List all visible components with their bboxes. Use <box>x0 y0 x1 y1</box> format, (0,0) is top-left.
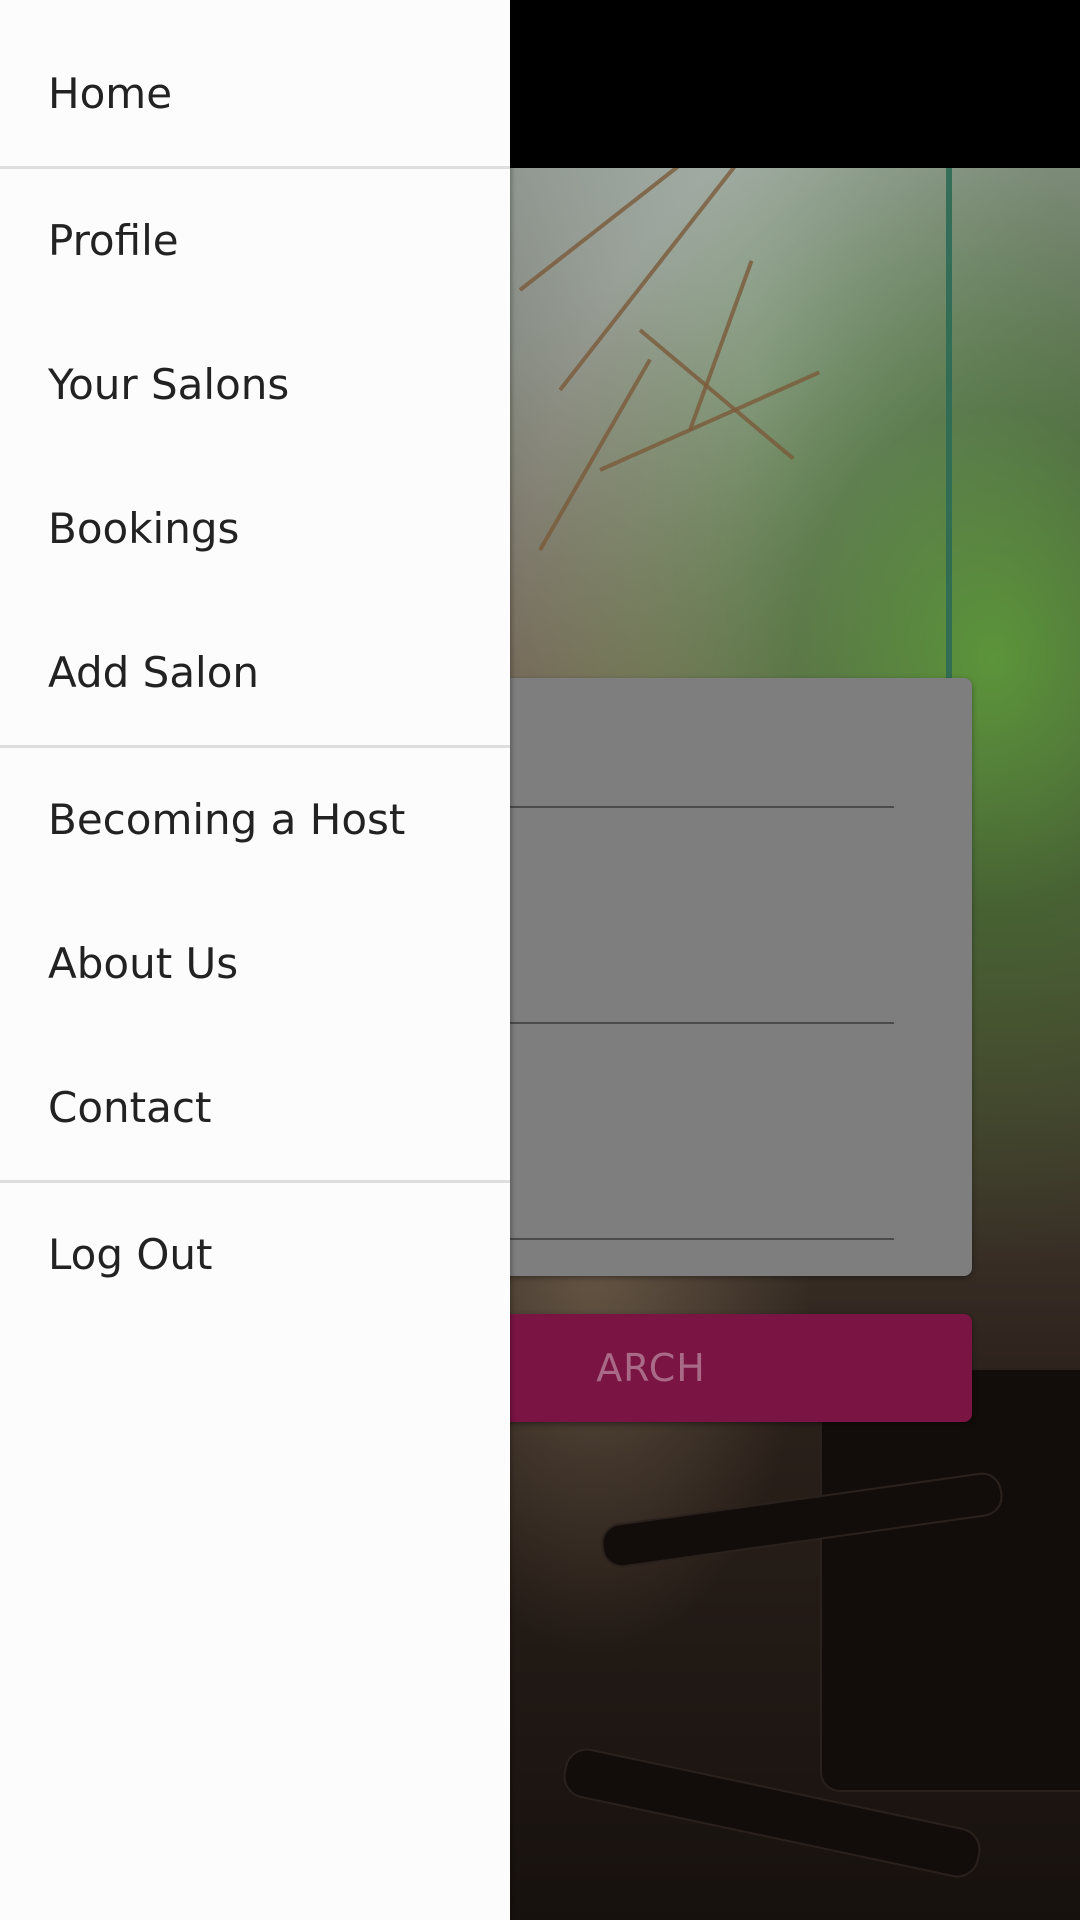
menu-item-bookings[interactable]: Bookings <box>0 457 510 601</box>
menu-item-contact[interactable]: Contact <box>0 1036 510 1180</box>
menu-item-add-salon[interactable]: Add Salon <box>0 601 510 745</box>
menu-item-log-out[interactable]: Log Out <box>0 1183 510 1327</box>
glass-frame <box>946 168 952 688</box>
menu-group-account: Profile Your Salons Bookings Add Salon <box>0 169 510 748</box>
menu-group-home: Home <box>0 0 510 169</box>
navigation-drawer: Home Profile Your Salons Bookings Add Sa… <box>0 0 510 1920</box>
menu-item-your-salons[interactable]: Your Salons <box>0 313 510 457</box>
menu-group-logout: Log Out <box>0 1183 510 1327</box>
branch-decoration <box>518 168 727 292</box>
salon-chair <box>820 1368 1080 1792</box>
menu-item-about-us[interactable]: About Us <box>0 892 510 1036</box>
menu-item-profile[interactable]: Profile <box>0 169 510 313</box>
menu-item-home[interactable]: Home <box>0 0 510 166</box>
menu-item-becoming-a-host[interactable]: Becoming a Host <box>0 748 510 892</box>
screen: d n ARCH Home Profile Y <box>0 0 1080 1920</box>
menu-group-info: Becoming a Host About Us Contact <box>0 748 510 1183</box>
